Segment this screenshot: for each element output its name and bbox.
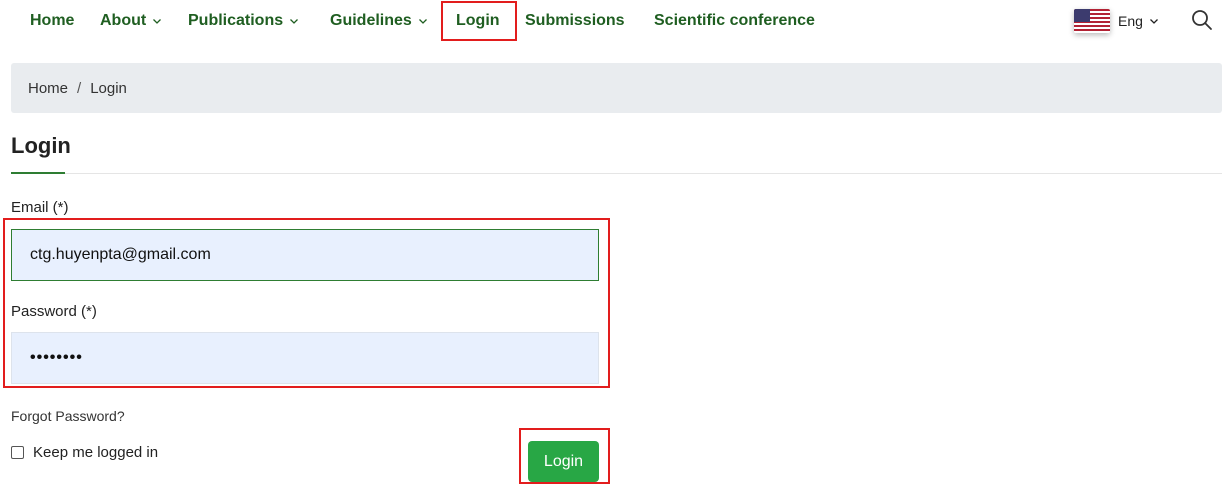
- page-title: Login: [11, 133, 71, 158]
- nav-item-label: Guidelines: [330, 12, 412, 29]
- title-accent-underline: [11, 172, 65, 174]
- chevron-down-icon: [152, 16, 162, 26]
- nav-item-label: Publications: [188, 12, 284, 29]
- email-value: ctg.huyenpta@gmail.com: [30, 246, 211, 263]
- nav-item-label: Home: [30, 12, 75, 29]
- main-nav: Home About Publications Guidelines Login…: [0, 0, 1222, 41]
- chevron-down-icon: [1149, 16, 1159, 26]
- search-icon[interactable]: [1191, 9, 1213, 31]
- nav-item-label: Scientific conference: [654, 12, 815, 29]
- us-flag-icon: [1074, 9, 1110, 33]
- forgot-password-link[interactable]: Forgot Password?: [11, 408, 125, 424]
- breadcrumb-home-link[interactable]: Home: [28, 80, 68, 97]
- page: Home About Publications Guidelines Login…: [0, 0, 1222, 484]
- breadcrumb-separator: /: [77, 79, 82, 97]
- nav-item-label: Login: [456, 12, 500, 29]
- nav-item-label: About: [100, 12, 147, 29]
- chevron-down-icon: [418, 16, 428, 26]
- keep-logged-in: Keep me logged in: [11, 444, 158, 461]
- nav-item-label: Submissions: [525, 12, 625, 29]
- nav-item-submissions[interactable]: Submissions: [525, 10, 625, 32]
- nav-item-login[interactable]: Login: [456, 10, 500, 32]
- email-field[interactable]: ctg.huyenpta@gmail.com: [11, 229, 599, 281]
- nav-item-home[interactable]: Home: [30, 10, 74, 32]
- chevron-down-icon: [289, 16, 299, 26]
- password-label: Password (*): [11, 303, 97, 320]
- title-divider: [11, 173, 1222, 174]
- login-button[interactable]: Login: [528, 441, 599, 482]
- nav-item-publications[interactable]: Publications: [188, 10, 299, 32]
- email-label: Email (*): [11, 199, 69, 216]
- nav-item-about[interactable]: About: [100, 10, 162, 32]
- password-field[interactable]: ••••••••: [11, 332, 599, 384]
- breadcrumb: Home / Login: [11, 63, 1222, 113]
- nav-item-guidelines[interactable]: Guidelines: [330, 10, 428, 32]
- nav-item-scientific-conference[interactable]: Scientific conference: [654, 10, 815, 32]
- keep-logged-in-checkbox[interactable]: [11, 446, 24, 459]
- breadcrumb-current: Login: [90, 79, 127, 97]
- language-label: Eng: [1118, 13, 1143, 29]
- language-selector[interactable]: Eng: [1074, 8, 1159, 34]
- password-value: ••••••••: [30, 349, 83, 366]
- keep-logged-in-label: Keep me logged in: [33, 444, 159, 461]
